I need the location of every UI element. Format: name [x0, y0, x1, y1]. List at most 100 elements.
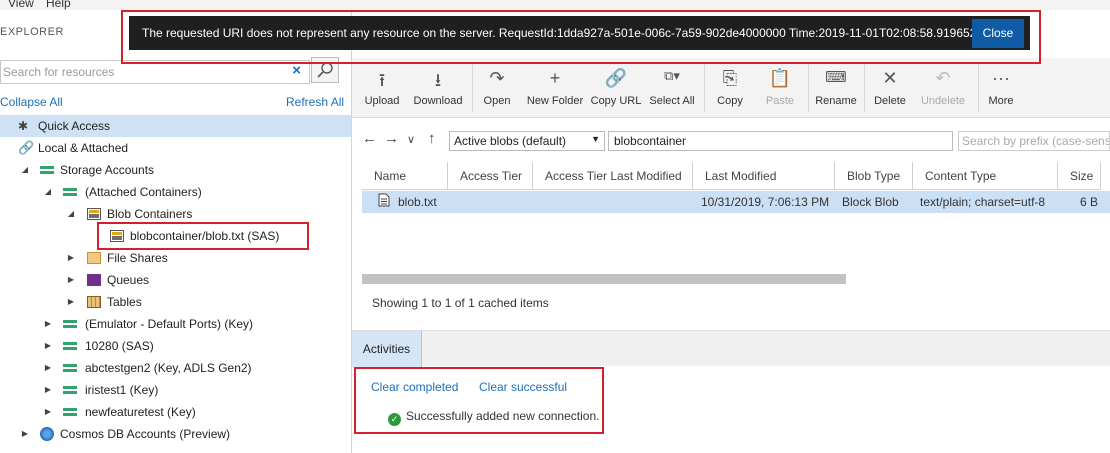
column-header-last-modified[interactable]: Last Modified: [693, 162, 835, 190]
blob-last-modified: 10/31/2019, 7:06:13 PM: [701, 195, 830, 209]
link-icon: 🔗: [18, 140, 35, 155]
blob-grid: Name Access Tier Access Tier Last Modifi…: [362, 162, 1110, 292]
link-icon: 🔗: [604, 68, 628, 88]
tree-label: (Attached Containers): [85, 185, 202, 199]
copy-icon: ⎘: [722, 68, 738, 88]
tree-item-iristest1[interactable]: ▶ iristest1 (Key): [0, 379, 351, 401]
toolbar-separator: [864, 64, 865, 112]
tree-item-10280[interactable]: ▶ 10280 (SAS): [0, 335, 351, 357]
blob-view-value: Active blobs (default): [454, 134, 567, 148]
tree-item-emulator[interactable]: ▶ (Emulator - Default Ports) (Key): [0, 313, 351, 335]
file-share-icon: [87, 252, 101, 264]
delete-button[interactable]: ✕ Delete: [870, 58, 910, 118]
tree-label: File Shares: [107, 251, 168, 265]
collapsed-arrow-icon[interactable]: ▶: [43, 379, 53, 401]
collapsed-arrow-icon[interactable]: ▶: [43, 357, 53, 379]
collapsed-arrow-icon[interactable]: ▶: [66, 269, 76, 291]
menu-view[interactable]: View: [8, 0, 34, 10]
explorer-title: EXPLORER: [0, 26, 64, 38]
tree-item-attached-containers[interactable]: ◢ (Attached Containers): [0, 181, 351, 203]
tree-label: Quick Access: [38, 119, 111, 133]
tree-label: Tables: [107, 295, 142, 309]
horizontal-scrollbar[interactable]: [362, 274, 846, 284]
ellipsis-icon: ···: [992, 68, 1010, 88]
activities-bar: Activities: [352, 330, 1110, 367]
copy-button[interactable]: ⎘ Copy: [710, 58, 750, 118]
tree-item-abctestgen2[interactable]: ▶ abctestgen2 (Key, ADLS Gen2): [0, 357, 351, 379]
column-header-blob-type[interactable]: Blob Type: [835, 162, 913, 190]
undelete-button[interactable]: ↶ Undelete: [918, 58, 968, 118]
tab-activities[interactable]: Activities: [352, 331, 422, 367]
collapsed-arrow-icon[interactable]: ▶: [43, 313, 53, 335]
paste-icon: 📋: [768, 68, 792, 88]
storage-icon: [63, 186, 77, 198]
collapsed-arrow-icon[interactable]: ▶: [66, 247, 76, 269]
blob-container-icon: [87, 208, 101, 220]
blob-name: blob.txt: [398, 195, 437, 209]
tree-label: iristest1 (Key): [85, 383, 159, 397]
new-folder-label: New Folder: [526, 95, 584, 107]
select-all-button[interactable]: ⧉▾ Select All: [646, 58, 698, 118]
more-button[interactable]: ··· More: [984, 58, 1018, 118]
menu-bar: View Help: [0, 0, 1110, 10]
storage-icon: [63, 318, 77, 330]
collapsed-arrow-icon[interactable]: ▶: [43, 335, 53, 357]
expanded-arrow-icon[interactable]: ◢: [43, 181, 53, 203]
status-text: Showing 1 to 1 of 1 cached items: [372, 296, 549, 310]
select-all-icon: ⧉▾: [664, 68, 680, 83]
up-arrow-icon[interactable]: ↑: [428, 130, 436, 147]
rename-button[interactable]: ⌨ Rename: [814, 58, 858, 118]
storage-icon: [63, 340, 77, 352]
toolbar-separator: [472, 64, 473, 112]
select-all-label: Select All: [649, 95, 695, 107]
paste-button[interactable]: 📋 Paste: [760, 58, 800, 118]
toolbar-separator: [808, 64, 809, 112]
tree-item-quick-access[interactable]: ✱ Quick Access: [0, 115, 351, 137]
dropdown-arrow-icon: ▼: [591, 134, 600, 144]
copy-url-label: Copy URL: [590, 95, 642, 107]
tree-item-file-shares[interactable]: ▶ File Shares: [0, 247, 351, 269]
tree-label: abctestgen2 (Key, ADLS Gen2): [85, 361, 252, 375]
refresh-all-link[interactable]: Refresh All: [286, 95, 344, 109]
file-icon: [378, 192, 390, 214]
download-button[interactable]: ⭳ Download: [410, 58, 466, 118]
back-arrow-icon[interactable]: ←: [362, 130, 377, 147]
path-input[interactable]: blobcontainer: [608, 131, 953, 151]
tree-item-storage-accounts[interactable]: ◢ Storage Accounts: [0, 159, 351, 181]
column-header-access-tier-modified[interactable]: Access Tier Last Modified: [533, 162, 693, 190]
forward-arrow-icon[interactable]: →: [384, 130, 399, 147]
storage-icon: [63, 384, 77, 396]
prefix-search-input[interactable]: Search by prefix (case-sensitive): [958, 131, 1110, 151]
undelete-label: Undelete: [920, 95, 966, 107]
tree-item-queues[interactable]: ▶ Queues: [0, 269, 351, 291]
expanded-arrow-icon[interactable]: ◢: [20, 159, 30, 181]
upload-button[interactable]: ⭱ Upload: [360, 58, 404, 118]
column-header-access-tier[interactable]: Access Tier: [448, 162, 533, 190]
open-button[interactable]: ↷ Open: [478, 58, 516, 118]
new-folder-button[interactable]: + New Folder: [524, 58, 586, 118]
tree-item-tables[interactable]: ▶ Tables: [0, 291, 351, 313]
chevron-down-icon[interactable]: ∨: [407, 133, 415, 146]
collapsed-arrow-icon[interactable]: ▶: [66, 291, 76, 313]
column-header-size[interactable]: Size: [1058, 162, 1101, 190]
tree-item-local-attached[interactable]: 🔗 Local & Attached: [0, 137, 351, 159]
tree-label: Queues: [107, 273, 150, 287]
column-header-content-type[interactable]: Content Type: [913, 162, 1058, 190]
storage-icon: [63, 362, 77, 374]
tree-label: Cosmos DB Accounts (Preview): [60, 427, 231, 441]
tree-item-newfeaturetest[interactable]: ▶ newfeaturetest (Key): [0, 401, 351, 423]
collapse-all-link[interactable]: Collapse All: [0, 95, 63, 109]
menu-help[interactable]: Help: [46, 0, 71, 10]
highlight-box: [354, 367, 604, 434]
tree-label: (Emulator - Default Ports) (Key): [85, 317, 254, 331]
collapsed-arrow-icon[interactable]: ▶: [20, 423, 30, 445]
collapsed-arrow-icon[interactable]: ▶: [43, 401, 53, 423]
table-row[interactable]: blob.txt 10/31/2019, 7:06:13 PM Block Bl…: [362, 191, 1110, 213]
rename-icon: ⌨: [825, 69, 847, 86]
tree-item-cosmos[interactable]: ▶ Cosmos DB Accounts (Preview): [0, 423, 351, 445]
copy-url-button[interactable]: 🔗 Copy URL: [590, 58, 642, 118]
clear-search-icon[interactable]: ×: [292, 62, 301, 79]
column-header-name[interactable]: Name: [362, 162, 448, 190]
expanded-arrow-icon[interactable]: ◢: [66, 203, 76, 225]
blob-view-select[interactable]: Active blobs (default) ▼: [449, 131, 605, 151]
